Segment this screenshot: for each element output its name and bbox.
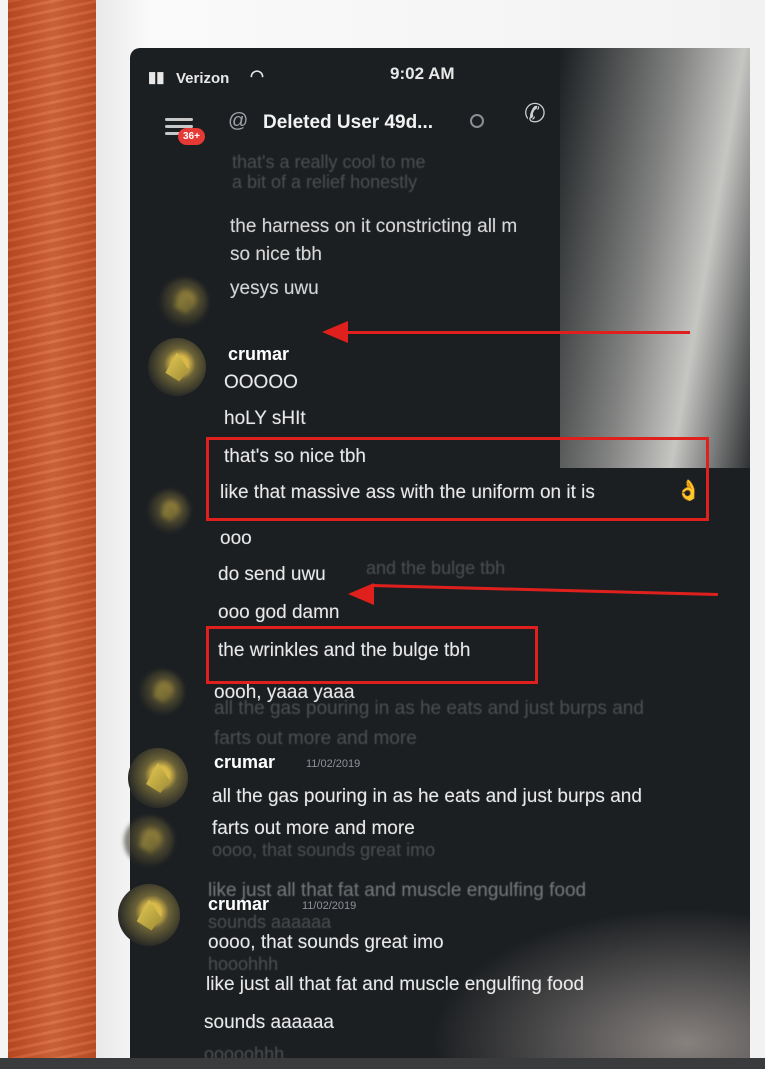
red-arrow-shaft [348, 331, 690, 334]
avatar[interactable] [148, 338, 206, 396]
red-arrow-head-icon [348, 583, 374, 605]
avatar[interactable] [160, 278, 208, 326]
carrier-label: Verizon [176, 70, 230, 87]
message-text: OOOOO [224, 372, 298, 393]
highlight-box [206, 437, 709, 521]
red-arrow-head-icon [322, 321, 348, 343]
avatar[interactable] [148, 490, 190, 532]
signal-icon: ▮▮ [148, 69, 165, 86]
message-text: yesys uwu [230, 278, 319, 299]
ghost-message: that's a really cool to me [232, 152, 426, 172]
message-author[interactable]: crumar [214, 752, 275, 773]
message-text: so nice tbh [230, 244, 322, 265]
message-text: farts out more and more [212, 818, 415, 839]
ghost-message: oooo, that sounds great imo [212, 840, 436, 860]
ghost-message: hooohhh [208, 954, 279, 974]
ghost-message: farts out more and more [214, 728, 417, 749]
message-text: hoLY sHIt [224, 408, 306, 429]
message-author[interactable]: crumar [228, 344, 289, 365]
message-text: the harness on it constricting all m [230, 216, 518, 237]
light-glare [560, 48, 750, 468]
message-text: sounds aaaaaa [204, 1012, 334, 1033]
ghost-message: and the bulge tbh [366, 558, 506, 578]
avatar[interactable] [128, 748, 188, 808]
message-text: like just all that fat and muscle engulf… [206, 974, 585, 995]
highlight-box [206, 626, 538, 684]
phone-call-icon[interactable]: ✆ [524, 98, 556, 130]
avatar[interactable] [124, 816, 174, 866]
ghost-message: sounds aaaaaa [208, 912, 332, 932]
message-text: all the gas pouring in as he eats and ju… [212, 786, 642, 807]
ghost-message: a bit of a relief honestly [232, 172, 418, 192]
message-timestamp: 11/02/2019 [302, 900, 357, 912]
message-text: do send uwu [218, 564, 326, 585]
message-text: oooo, that sounds great imo [208, 932, 444, 953]
avatar[interactable] [140, 670, 184, 714]
status-time: 9:02 AM [390, 64, 455, 83]
at-icon: @ [228, 110, 249, 132]
unread-badge: 36+ [178, 128, 205, 145]
ghost-message: all the gas pouring in as he eats and ju… [214, 698, 644, 719]
wifi-icon: ◠ [250, 68, 264, 85]
bottom-edge [0, 1058, 765, 1069]
message-text: ooo god damn [218, 602, 340, 623]
status-dot-icon [470, 114, 484, 128]
avatar[interactable] [118, 884, 180, 946]
message-timestamp: 11/02/2019 [306, 758, 361, 770]
dm-title[interactable]: Deleted User 49d... [263, 112, 433, 134]
message-text: ooo [220, 528, 252, 549]
